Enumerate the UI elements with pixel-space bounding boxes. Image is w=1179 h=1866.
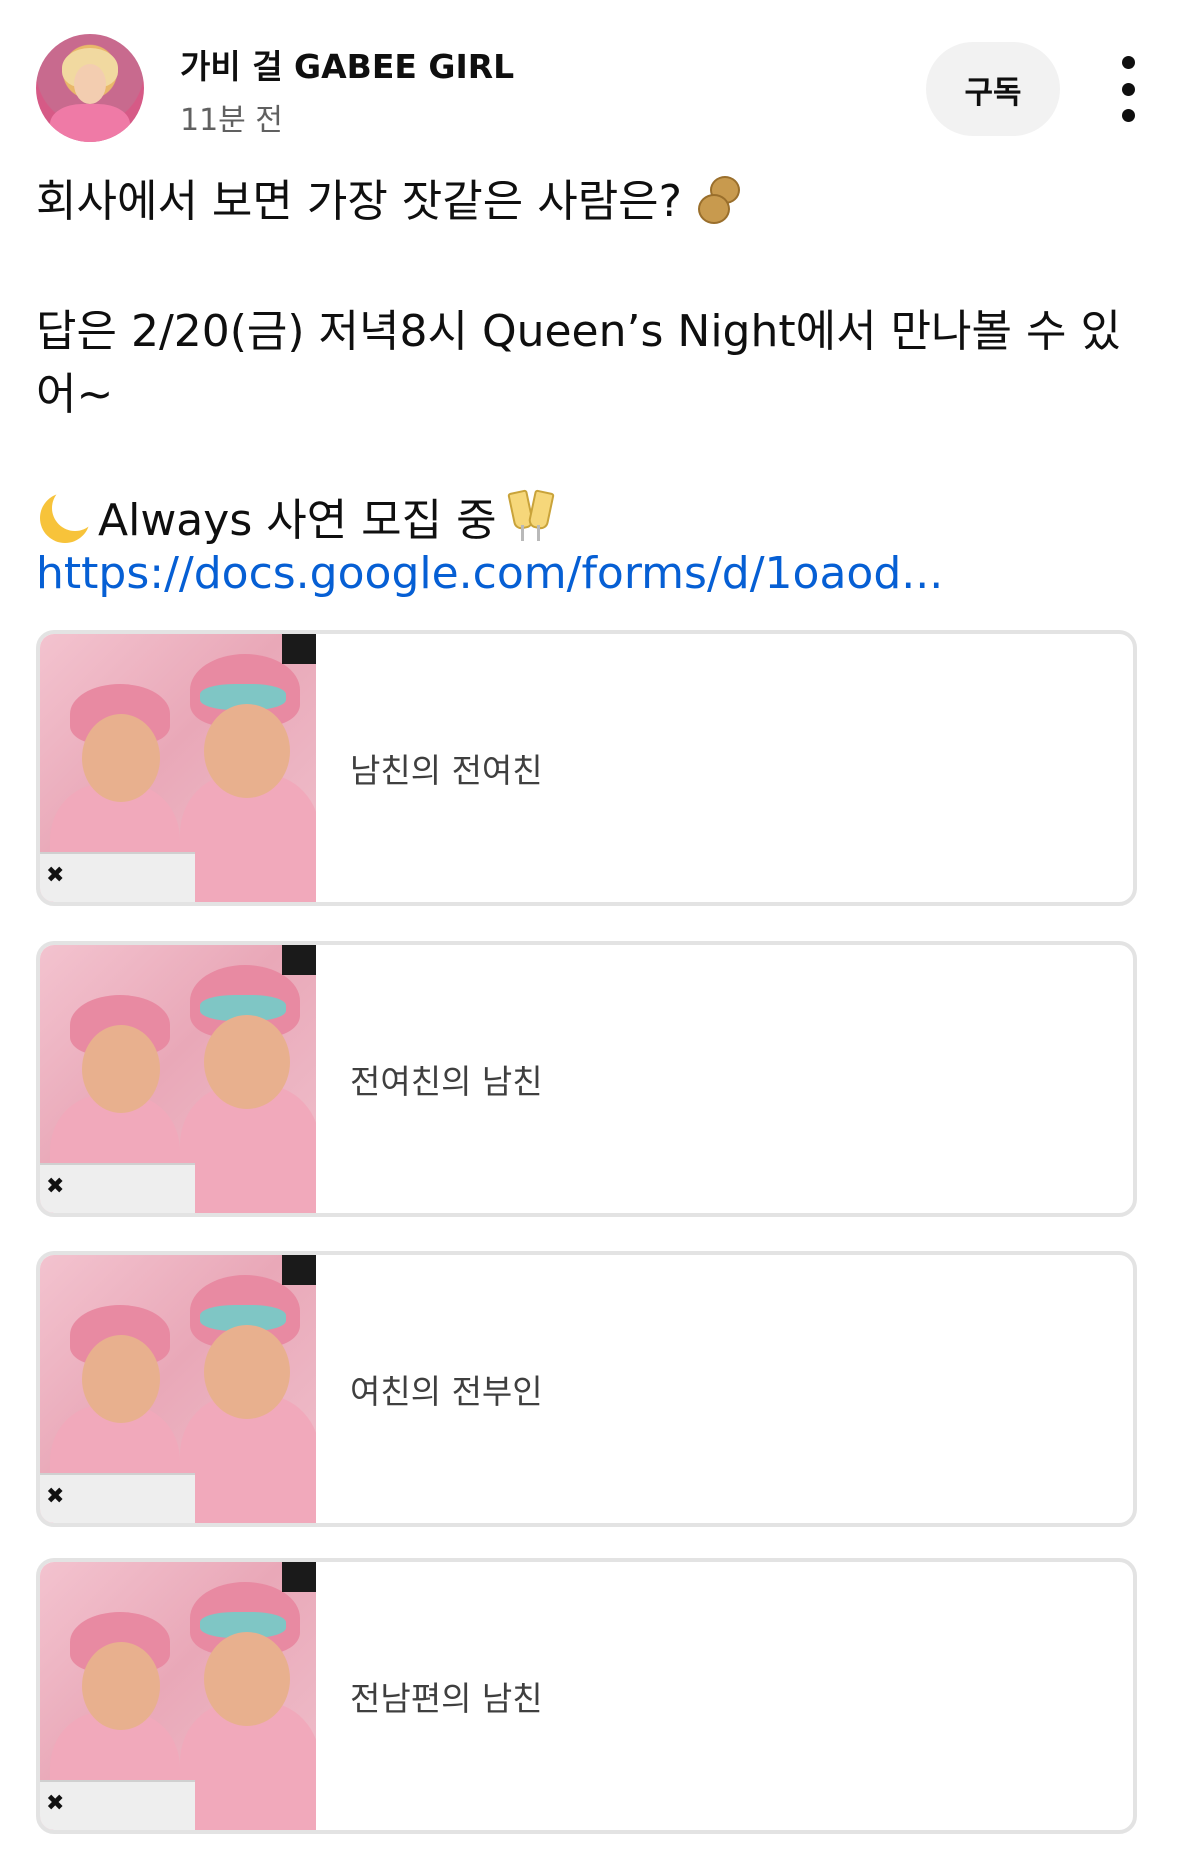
post-question: 회사에서 보면 가장 잣같은 사람은? bbox=[36, 176, 683, 227]
poll-option-label: 남친의 전여친 bbox=[350, 751, 543, 790]
channel-name[interactable]: 가비 걸 GABEE GIRL bbox=[180, 40, 514, 88]
avatar-body bbox=[50, 104, 130, 142]
post-question-line: 회사에서 보면 가장 잣같은 사람은? bbox=[36, 165, 742, 229]
poll-option-label: 여친의 전부인 bbox=[350, 1372, 543, 1411]
post-recruit: Always 사연 모집 중 bbox=[98, 495, 497, 546]
poll-option[interactable]: ✖ 전남편의 남친 bbox=[36, 1558, 1137, 1834]
crescent-moon-icon bbox=[36, 485, 98, 545]
poll-option-thumbnail: ✖ bbox=[40, 945, 316, 1213]
post-answer-line-1: 답은 2/20(금) 저녁8시 Queen’s Night에서 만나볼 수 있 bbox=[36, 306, 1121, 357]
more-dot bbox=[1121, 56, 1135, 69]
channel-avatar[interactable] bbox=[36, 34, 144, 142]
more-options-icon[interactable] bbox=[1108, 56, 1148, 122]
post-link[interactable]: https://docs.google.com/forms/d/1oaod... bbox=[36, 548, 943, 599]
poll-option-label: 전여친의 남친 bbox=[350, 1062, 543, 1101]
poll-option[interactable]: ✖ 여친의 전부인 bbox=[36, 1251, 1137, 1527]
peanut-icon bbox=[692, 174, 742, 224]
more-dot bbox=[1121, 109, 1135, 122]
post-answer-line-2: 어~ bbox=[36, 369, 114, 420]
community-post: 가비 걸 GABEE GIRL 11분 전 구독 회사에서 보면 가장 잣같은 … bbox=[0, 0, 1179, 1866]
poll-option-thumbnail: ✖ bbox=[40, 1255, 316, 1523]
more-dot bbox=[1121, 82, 1135, 96]
poll-option-label: 전남편의 남친 bbox=[350, 1679, 543, 1718]
poll-option[interactable]: ✖ 전여친의 남친 bbox=[36, 941, 1137, 1217]
subscribe-button[interactable]: 구독 bbox=[926, 42, 1060, 136]
poll-option[interactable]: ✖ 남친의 전여친 bbox=[36, 630, 1137, 906]
poll-option-thumbnail: ✖ bbox=[40, 1562, 316, 1830]
avatar-face bbox=[74, 64, 106, 104]
post-recruit-line: Always 사연 모집 중 bbox=[36, 484, 555, 548]
champagne-glasses-icon bbox=[505, 489, 555, 545]
post-timestamp: 11분 전 bbox=[180, 103, 283, 138]
poll-option-thumbnail: ✖ bbox=[40, 634, 316, 902]
